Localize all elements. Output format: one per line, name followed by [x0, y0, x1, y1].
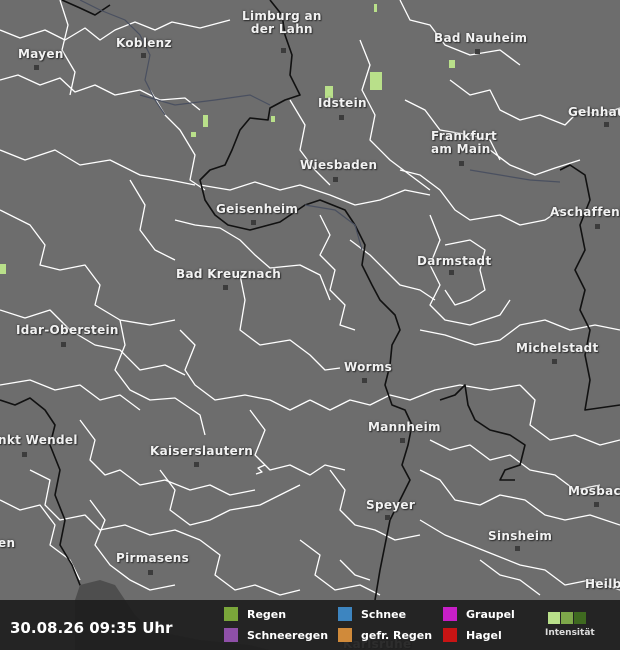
legend-label-gefr-regen: gefr. Regen	[361, 629, 433, 642]
city-label-michelstadt: Michelstadt	[516, 341, 599, 355]
city-marker-michelstadt	[552, 359, 557, 364]
city-label-idar-oberstein: Idar-Oberstein	[16, 323, 119, 337]
precip-blip	[374, 4, 377, 12]
city-label-darmstadt: Darmstadt	[417, 254, 492, 268]
city-label-frankfurt: Frankfurt am Main	[431, 129, 498, 156]
intensity-label: Intensität	[545, 628, 595, 638]
city-label-idstein: Idstein	[318, 96, 367, 110]
radar-map[interactable]: Limburg an der Lahn Mayen Koblenz Bad Nauhei…	[0, 0, 620, 650]
city-marker-st-wendel	[22, 452, 27, 457]
intensity-swatch-low	[548, 612, 560, 624]
city-label-bad-kreuznach: Bad Kreuznach	[176, 267, 282, 281]
city-marker-koblenz	[141, 53, 146, 58]
legend-label-regen: Regen	[247, 608, 287, 621]
timestamp: 30.08.26 09:35 Uhr	[10, 619, 173, 637]
intensity-swatch-high	[574, 612, 586, 624]
legend-swatch-hagel	[443, 628, 457, 642]
city-label-koblenz: Koblenz	[116, 36, 172, 50]
city-marker-idstein	[339, 115, 344, 120]
legend-swatch-gefr-regen	[338, 628, 352, 642]
city-label-bad-nauheim: Bad Nauheim	[434, 31, 528, 45]
city-marker-sinsheim	[515, 546, 520, 551]
city-marker-worms	[362, 378, 367, 383]
city-marker-frankfurt	[459, 161, 464, 166]
city-label-aschaffenburg: Aschaffenb	[550, 205, 620, 219]
city-label-gelnhausen: Gelnhau	[568, 105, 620, 119]
city-label-kaiserslautern: Kaiserslautern	[150, 444, 254, 458]
city-label-mannheim: Mannheim	[368, 420, 441, 434]
legend-bar: 30.08.26 09:35 Uhr Regen Schneeregen Sch…	[0, 600, 620, 650]
city-marker-wiesbaden	[333, 177, 338, 182]
city-marker-gelnhausen	[604, 122, 609, 127]
precip-blip	[191, 132, 196, 137]
city-marker-idar-oberstein	[61, 342, 66, 347]
city-label-pirmasens: Pirmasens	[116, 551, 190, 565]
city-label-st-wendel: nkt Wendel	[0, 433, 78, 447]
city-marker-limburg	[281, 48, 286, 53]
city-marker-bad-kreuznach	[223, 285, 228, 290]
city-marker-darmstadt	[449, 270, 454, 275]
precip-blip	[449, 60, 455, 68]
city-marker-mannheim	[400, 438, 405, 443]
legend-label-hagel: Hagel	[466, 629, 502, 642]
intensity-swatch-mid	[561, 612, 573, 624]
precip-blip	[271, 116, 275, 122]
precip-blip	[0, 264, 6, 274]
city-marker-kaiserslautern	[194, 462, 199, 467]
city-label-en: en	[0, 536, 16, 550]
city-marker-aschaffenburg	[595, 224, 600, 229]
city-label-heilbronn: Heilb	[585, 577, 620, 591]
legend-label-schnee: Schnee	[361, 608, 407, 621]
legend-swatch-schnee	[338, 607, 352, 621]
city-label-mayen: Mayen	[18, 47, 64, 61]
legend-label-graupel: Graupel	[466, 608, 515, 621]
city-label-sinsheim: Sinsheim	[488, 529, 553, 543]
legend-swatch-schneeregen	[224, 628, 238, 642]
legend-swatch-graupel	[443, 607, 457, 621]
precip-blip	[370, 72, 382, 90]
precip-blip	[203, 115, 208, 127]
city-marker-speyer	[385, 515, 390, 520]
city-label-limburg: Limburg an der Lahn	[242, 9, 322, 36]
city-marker-mayen	[34, 65, 39, 70]
city-label-worms: Worms	[344, 360, 393, 374]
city-label-mosbach: Mosbach	[568, 484, 620, 498]
city-label-wiesbaden: Wiesbaden	[300, 158, 378, 172]
city-marker-mosbach	[594, 502, 599, 507]
city-label-speyer: Speyer	[366, 498, 416, 512]
city-marker-geisenheim	[251, 220, 256, 225]
city-marker-pirmasens	[148, 570, 153, 575]
city-label-geisenheim: Geisenheim	[216, 202, 299, 216]
city-marker-bad-nauheim	[475, 49, 480, 54]
legend-label-schneeregen: Schneeregen	[247, 629, 329, 642]
legend-swatch-regen	[224, 607, 238, 621]
